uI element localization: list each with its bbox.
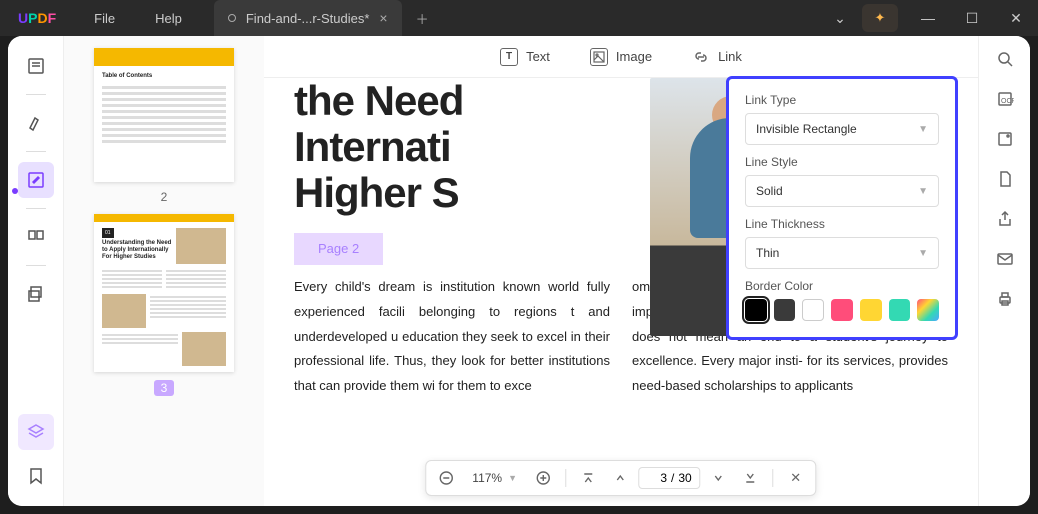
tab-title: Find-and-...r-Studies*: [246, 11, 370, 26]
thumb-label-2: 2: [76, 190, 252, 204]
border-color-label: Border Color: [745, 279, 939, 293]
link-type-value: Invisible Rectangle: [756, 122, 857, 136]
document-tab[interactable]: Find-and-...r-Studies* ×: [214, 0, 402, 36]
tab-close-icon[interactable]: ×: [379, 10, 387, 26]
left-tool-rail: [8, 36, 64, 506]
image-tool[interactable]: Image: [590, 48, 652, 66]
line-thickness-value: Thin: [756, 246, 779, 260]
link-tool[interactable]: Link: [692, 48, 742, 66]
first-page-button[interactable]: [574, 464, 602, 492]
zoom-in-button[interactable]: [529, 464, 557, 492]
next-page-button[interactable]: [705, 464, 733, 492]
mail-icon[interactable]: [994, 248, 1016, 270]
doc-column-left: Every child's dream is institution known…: [294, 275, 610, 398]
add-tab-button[interactable]: ＋: [402, 9, 443, 28]
link-icon: [692, 48, 710, 66]
thumb-heading: Understanding the Need to Apply Internat…: [102, 240, 172, 262]
page-badge: Page 2: [294, 233, 383, 266]
page-sep: /: [671, 471, 674, 485]
page-indicator: / 30: [638, 467, 701, 489]
text-icon: T: [500, 48, 518, 66]
page-current-input[interactable]: [647, 471, 667, 485]
page-total: 30: [678, 471, 691, 485]
thumb-chapter: 01: [102, 228, 114, 238]
zoom-level: 117%: [472, 471, 502, 485]
close-toolbar-button[interactable]: ✕: [782, 464, 810, 492]
thumb-toc-title: Table of Contents: [102, 72, 226, 82]
zoom-out-button[interactable]: [432, 464, 460, 492]
zoom-caret-icon[interactable]: ▼: [508, 473, 517, 483]
minimize-button[interactable]: —: [906, 0, 950, 36]
swatch-white[interactable]: [802, 299, 824, 321]
svg-text:OCR: OCR: [1001, 98, 1014, 105]
swatch-dark-grey[interactable]: [774, 299, 796, 321]
close-button[interactable]: ✕: [994, 0, 1038, 36]
link-properties-popup: Link Type Invisible Rectangle ▼ Line Styl…: [726, 76, 958, 340]
line-style-select[interactable]: Solid ▼: [745, 175, 939, 207]
line-thickness-select[interactable]: Thin ▼: [745, 237, 939, 269]
swatch-teal[interactable]: [889, 299, 911, 321]
caret-down-icon: ▼: [918, 186, 928, 197]
text-tool[interactable]: T Text: [500, 48, 550, 66]
edit-tool-icon[interactable]: [18, 162, 54, 198]
caret-down-icon: ▼: [918, 124, 928, 135]
page-thumbnail-2[interactable]: Table of Contents: [94, 48, 234, 182]
swatch-yellow[interactable]: [860, 299, 882, 321]
highlight-tool-icon[interactable]: [18, 105, 54, 141]
image-icon: [590, 48, 608, 66]
last-page-button[interactable]: [737, 464, 765, 492]
bottom-toolbar: 117% ▼ / 30 ✕: [425, 460, 816, 496]
link-type-label: Link Type: [745, 93, 939, 107]
tab-indicator-icon: [228, 14, 236, 22]
line-thickness-label: Line Thickness: [745, 217, 939, 231]
link-type-select[interactable]: Invisible Rectangle ▼: [745, 113, 939, 145]
right-tool-rail: OCR: [978, 36, 1030, 506]
crop-icon[interactable]: [994, 128, 1016, 150]
thumbnail-panel: Table of Contents 2 01 Understanding the…: [64, 36, 264, 506]
app-logo: UPDF: [0, 10, 74, 26]
page-thumbnail-3[interactable]: 01 Understanding the Need to Apply Inter…: [94, 214, 234, 373]
dropdown-icon[interactable]: ⌄: [818, 0, 862, 36]
organize-tool-icon[interactable]: [18, 219, 54, 255]
line-style-value: Solid: [756, 184, 783, 198]
link-tool-label: Link: [718, 49, 742, 64]
thumb-label-3: 3: [154, 380, 174, 396]
search-icon[interactable]: [994, 48, 1016, 70]
page-tool-icon[interactable]: [994, 168, 1016, 190]
maximize-button[interactable]: ☐: [950, 0, 994, 36]
bookmark-icon[interactable]: [18, 458, 54, 494]
prev-page-button[interactable]: [606, 464, 634, 492]
color-swatches: [745, 299, 939, 321]
reader-tool-icon[interactable]: [18, 48, 54, 84]
ai-sparkle-icon[interactable]: ✦: [862, 4, 898, 32]
ocr-icon[interactable]: OCR: [994, 88, 1016, 110]
caret-down-icon: ▼: [918, 248, 928, 259]
text-tool-label: Text: [526, 49, 550, 64]
share-icon[interactable]: [994, 208, 1016, 230]
edit-toolbar: T Text Image Link: [264, 36, 978, 78]
swatch-black[interactable]: [745, 299, 767, 321]
line-style-label: Line Style: [745, 155, 939, 169]
swatch-gradient[interactable]: [917, 299, 939, 321]
swatch-pink[interactable]: [831, 299, 853, 321]
convert-tool-icon[interactable]: [18, 276, 54, 312]
layers-icon[interactable]: [18, 414, 54, 450]
menu-file[interactable]: File: [74, 11, 135, 26]
menu-help[interactable]: Help: [135, 11, 202, 26]
image-tool-label: Image: [616, 49, 652, 64]
print-icon[interactable]: [994, 288, 1016, 310]
